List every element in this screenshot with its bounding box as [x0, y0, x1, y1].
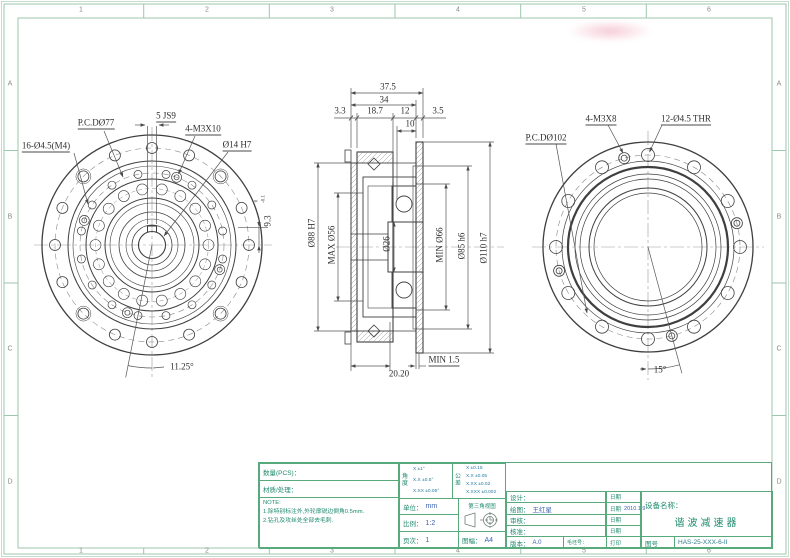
qty-label: 数量(PCS)： — [263, 467, 300, 477]
scale-value: 1:2 — [426, 520, 436, 527]
page-label: 页次： — [403, 535, 423, 545]
material-cell: 材质/处理： — [259, 480, 399, 498]
date-label: 日期 — [610, 493, 621, 501]
zone-label: D — [7, 479, 12, 486]
date-label: 日期 — [610, 516, 621, 524]
zone-label: C — [776, 346, 781, 353]
cad-drawing-sheet: P.C.DØ775 JS94-M3X10Ø14 H716-Ø4.5(M4)9.3… — [0, 0, 790, 558]
note-cell: NOTE: 1.除特别标注外,外轮廓锐边倒角0.5mm. 2.钻孔及攻丝处全部去… — [259, 497, 399, 549]
drawing-no-label-cell: 图号 — [641, 536, 675, 549]
device-name: 谐波减速器 — [675, 514, 740, 529]
zone-label: B — [777, 214, 782, 221]
linear-tolerance-cell: 公差 X ±0.15 X.X ±0.05 X.XX ±0.02 X.XXX ±0… — [452, 463, 506, 499]
print-label: 打印 — [610, 539, 621, 547]
zone-label: 1 — [79, 7, 83, 14]
draw-value: 王红星 — [533, 504, 553, 514]
zone-label: 6 — [707, 7, 711, 14]
version-label: 版本： — [510, 538, 530, 548]
angle-tol-row: X ±1° — [413, 467, 439, 473]
unit-value: mm — [426, 503, 438, 510]
scale-cell: 比例： 1:2 — [399, 514, 459, 532]
angle-tolerance-label: 角度 — [402, 465, 408, 497]
material-label: 材质/处理： — [263, 484, 297, 494]
unit-cell: 单位： mm — [399, 498, 459, 515]
drawing-no-cell: HAS-25-XXX-6-II — [674, 536, 773, 549]
projection-label: 第三角视图 — [468, 502, 496, 510]
note-title: NOTE: — [263, 500, 281, 508]
zone-label: 4 — [456, 7, 460, 14]
zone-label: 1 — [79, 548, 83, 555]
device-name-cell: 设备名称： 谐波减速器 — [641, 491, 773, 537]
angle-tol-row: X.X ±0.5° — [413, 478, 439, 484]
zone-label: 2 — [205, 548, 209, 555]
linear-tol-row: X.XX ±0.02 — [466, 482, 496, 488]
blank-label: 毛坯号： — [567, 539, 587, 546]
zone-label: C — [7, 346, 12, 353]
qty-cell: 数量(PCS)： — [259, 463, 399, 481]
linear-tol-row: X.XXX ±0.002 — [466, 490, 496, 496]
design-label: 设计： — [510, 492, 530, 502]
angle-tol-row: X.XX ±0.05° — [413, 489, 439, 495]
zone-label: 3 — [330, 7, 334, 14]
sheet-value: A4 — [485, 537, 494, 544]
page-cell: 页次： 1 — [399, 531, 459, 549]
zone-label: A — [777, 81, 782, 88]
note-line-2: 2.钻孔及攻丝处全部去毛刺. — [263, 518, 333, 526]
draw-label: 绘图： — [510, 504, 530, 514]
date-label: 日期 — [610, 505, 621, 513]
date-label: 日期 — [610, 527, 621, 535]
unit-label: 单位： — [403, 502, 423, 512]
sheet-label: 图幅： — [462, 535, 482, 545]
blank-no-cell: 毛坯号： — [563, 536, 607, 549]
zone-label: 5 — [582, 7, 586, 14]
zone-label: A — [8, 81, 13, 88]
linear-tolerance-label: 公差 — [455, 465, 461, 497]
zone-label: 2 — [205, 7, 209, 14]
version-value: A.0 — [533, 540, 542, 546]
third-angle-projection-icon — [462, 511, 502, 529]
drawing-no-value: HAS-25-XXX-6-II — [678, 539, 728, 546]
zone-label: D — [776, 479, 781, 486]
page-value: 1 — [426, 537, 430, 544]
note-line-1: 1.除特别标注外,外轮廓锐边倒角0.5mm. — [263, 509, 364, 517]
version-cell: 版本： A.0 — [506, 536, 564, 549]
linear-tol-row: X.X ±0.05 — [466, 474, 496, 480]
scale-label: 比例： — [403, 518, 423, 528]
drawing-no-label: 图号 — [645, 538, 658, 548]
linear-tol-row: X ±0.15 — [466, 466, 496, 472]
angle-tolerance-cell: 角度 X ±1° X.X ±0.5° X.XX ±0.05° — [399, 463, 453, 499]
device-label: 设备名称： — [645, 500, 683, 511]
zone-label: B — [8, 214, 13, 221]
title-block: 数量(PCS)： 材质/处理： NOTE: 1.除特别标注外,外轮廓锐边倒角0.… — [258, 462, 772, 548]
check-label: 审核： — [510, 515, 530, 525]
projection-cell: 第三角视图 — [458, 498, 506, 532]
approve-label: 核准： — [510, 526, 530, 536]
print-cell: 打印 — [606, 536, 641, 549]
sheet-cell: 图幅： A4 — [458, 531, 506, 549]
